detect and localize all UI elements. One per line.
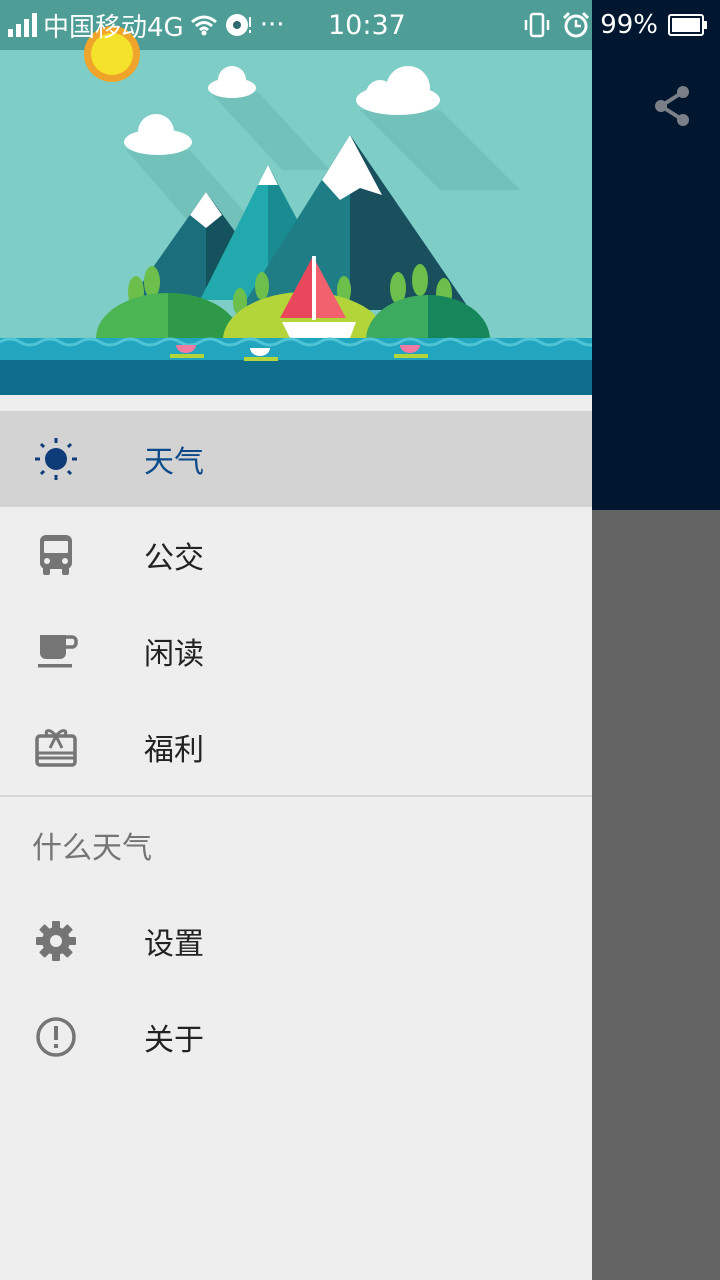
vibrate-icon <box>524 12 550 38</box>
carrier-label: 中国移动4G <box>43 12 184 43</box>
menu-item-reading[interactable]: 闲读 <box>0 603 592 699</box>
alarm-icon <box>563 11 590 38</box>
battery-icon <box>668 14 707 36</box>
navigation-drawer: 天气 公交 闲读 福利 什么天气 设置 关于 <box>0 0 592 1280</box>
signal-icon <box>8 13 37 37</box>
menu-item-label: 设置 <box>144 927 204 962</box>
drawer-menu: 天气 公交 闲读 福利 什么天气 设置 关于 <box>0 411 592 1085</box>
drawer-header-illustration <box>0 0 592 395</box>
gift-card-icon <box>32 725 80 769</box>
section-header: 什么天气 <box>32 831 152 866</box>
share-button[interactable] <box>648 80 696 132</box>
battery-percent: 99% <box>600 10 658 40</box>
menu-item-bus[interactable]: 公交 <box>0 507 592 603</box>
menu-item-label: 公交 <box>144 541 204 576</box>
sync-icon <box>225 14 251 36</box>
menu-item-welfare[interactable]: 福利 <box>0 699 592 795</box>
coffee-cup-icon <box>32 629 80 673</box>
menu-item-label: 闲读 <box>144 637 204 672</box>
wifi-icon <box>190 15 217 36</box>
bus-icon <box>32 533 80 577</box>
status-bar: 中国移动4G ··· 10:37 99% <box>0 0 720 50</box>
info-circle-icon <box>32 1015 80 1059</box>
landscape-illustration <box>0 0 592 395</box>
menu-item-about[interactable]: 关于 <box>0 989 592 1085</box>
menu-item-label: 关于 <box>144 1023 204 1058</box>
gear-icon <box>32 919 80 963</box>
menu-item-weather[interactable]: 天气 <box>0 411 592 507</box>
clock: 10:37 <box>328 9 406 41</box>
more-notifications: ··· <box>259 10 285 40</box>
share-icon <box>655 86 689 126</box>
menu-item-label: 天气 <box>144 445 204 480</box>
menu-item-label: 福利 <box>144 733 204 768</box>
menu-item-settings[interactable]: 设置 <box>0 893 592 989</box>
sun-icon <box>32 437 80 481</box>
